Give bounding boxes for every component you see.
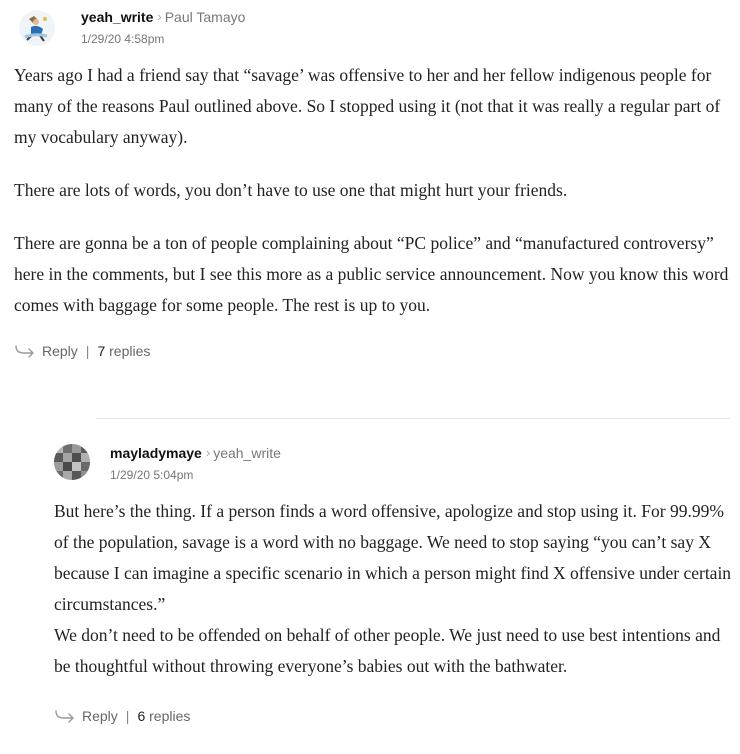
- replies-link[interactable]: 7 replies: [97, 343, 150, 359]
- timestamp[interactable]: 1/29/20 4:58pm: [81, 32, 164, 46]
- action-separator: |: [125, 708, 130, 724]
- comment-paragraph: Years ago I had a friend say that “savag…: [14, 65, 721, 147]
- author-line: yeah_write › Paul Tamayo: [81, 9, 245, 27]
- avatar[interactable]: [54, 444, 90, 480]
- author-name[interactable]: mayladymaye: [110, 445, 202, 461]
- avatar-illustration-icon: [19, 10, 55, 46]
- comment-paragraph: There are gonna be a ton of people compl…: [14, 233, 729, 315]
- comment-actions: Reply | 6 replies: [54, 706, 740, 726]
- comment-header: mayladymaye › yeah_write 1/29/20 5:04pm: [54, 436, 740, 492]
- comment-paragraph: There are lots of words, you don’t have …: [14, 180, 568, 200]
- action-separator: |: [85, 343, 90, 359]
- chevron-right-icon: ›: [157, 9, 162, 24]
- reply-to-name[interactable]: yeah_write: [213, 445, 281, 461]
- comment-paragraph: We don’t need to be offended on behalf o…: [54, 625, 721, 676]
- comment-body: But here’s the thing. If a person finds …: [54, 496, 734, 682]
- avatar[interactable]: [19, 10, 55, 46]
- replies-label: replies: [109, 343, 151, 359]
- author-name[interactable]: yeah_write: [81, 9, 153, 25]
- reply-button[interactable]: Reply: [54, 708, 118, 724]
- replies-count: 6: [137, 708, 146, 724]
- reply-label: Reply: [42, 343, 78, 359]
- reply-divider: [96, 418, 730, 419]
- reply-arrow-icon: [15, 345, 34, 358]
- author-line: mayladymaye › yeah_write: [110, 445, 281, 463]
- comment-actions: Reply | 7 replies: [14, 341, 740, 361]
- comment: yeah_write › Paul Tamayo 1/29/20 4:58pm Ye…: [14, 0, 740, 361]
- comment-reply: mayladymaye › yeah_write 1/29/20 5:04pm Bu…: [54, 436, 740, 726]
- replies-link[interactable]: 6 replies: [137, 708, 190, 724]
- reply-to-name[interactable]: Paul Tamayo: [165, 9, 246, 25]
- replies-label: replies: [149, 708, 191, 724]
- replies-count: 7: [97, 343, 106, 359]
- chevron-right-icon: ›: [205, 445, 211, 460]
- comment-header: yeah_write › Paul Tamayo 1/29/20 4:58pm: [14, 0, 740, 56]
- reply-button[interactable]: Reply: [14, 343, 78, 359]
- timestamp[interactable]: 1/29/20 5:04pm: [110, 468, 193, 482]
- reply-arrow-icon: [55, 710, 74, 723]
- reply-label: Reply: [82, 708, 118, 724]
- comment-body: Years ago I had a friend say that “savag…: [14, 60, 736, 321]
- avatar-pixelated-icon: [54, 444, 90, 480]
- comment-paragraph: But here’s the thing. If a person finds …: [54, 501, 732, 614]
